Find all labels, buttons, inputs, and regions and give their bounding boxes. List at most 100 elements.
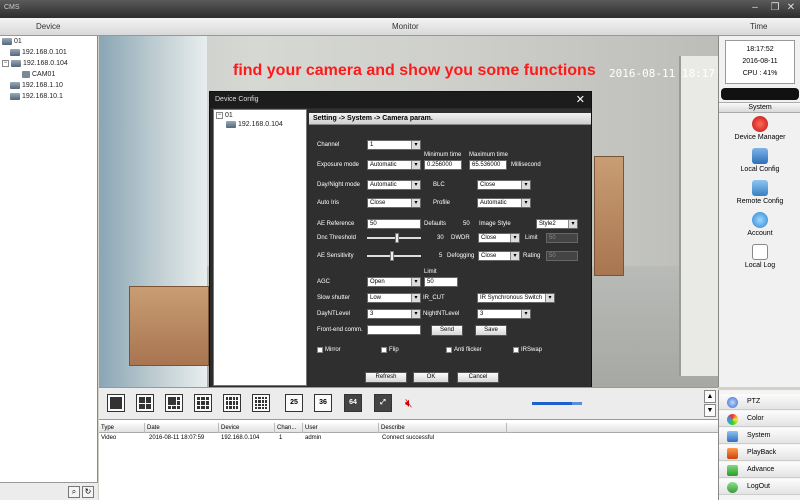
restore-icon[interactable]: ❐ (768, 2, 782, 15)
layout-12-icon (226, 397, 238, 409)
layout-6-button[interactable] (165, 394, 183, 412)
dvr-icon (10, 82, 20, 89)
layout-6-icon (168, 397, 180, 409)
ok-button[interactable]: OK (413, 372, 449, 383)
log-col-device[interactable]: Device (219, 423, 275, 433)
image-style-select[interactable]: Style2 (536, 219, 578, 229)
auto-iris-select[interactable]: Close (367, 198, 421, 208)
log-col-describe[interactable]: Describe (379, 423, 507, 433)
checkbox-box[interactable] (513, 347, 519, 353)
agc-select[interactable]: Open (367, 277, 421, 287)
cpu-usage: CPU : 41% (742, 70, 778, 77)
dialog-device-tree: −01 192.168.0.104 (213, 109, 307, 386)
ae-sensitivity-value: 5 (439, 253, 443, 259)
local-config-button[interactable]: Local Config (719, 148, 800, 173)
irswap-checkbox[interactable]: IRSwap (513, 347, 542, 353)
collapse-icon[interactable]: − (2, 60, 9, 67)
tree-device-104[interactable]: −192.168.0.104 (2, 60, 68, 67)
remote-config-button[interactable]: Remote Config (719, 180, 800, 205)
defog-rating-input[interactable]: 50 (546, 251, 578, 261)
profile-select[interactable]: Automatic (477, 198, 531, 208)
tree-device-110[interactable]: 192.168.1.10 (10, 82, 63, 89)
collapse-icon[interactable]: − (216, 112, 223, 119)
day-nt-level-select[interactable]: 3 (367, 309, 421, 319)
defogging-select[interactable]: Close (478, 251, 520, 261)
checkbox-box[interactable] (317, 347, 323, 353)
layout-1-button[interactable] (107, 394, 125, 412)
refresh-button[interactable]: Refresh (365, 372, 407, 383)
layout-64-button[interactable]: 64 (344, 394, 362, 412)
scroll-down-icon[interactable]: ▼ (704, 404, 716, 417)
local-log-button[interactable]: Local Log (719, 244, 800, 269)
log-cell-describe: Connect successful (382, 435, 435, 441)
min-time-input[interactable]: 0.256000 (424, 160, 462, 170)
blc-label: BLC (433, 182, 445, 188)
ir-cut-select[interactable]: IR Synchronous Switch (477, 293, 555, 303)
layout-16-button[interactable] (252, 394, 270, 412)
layout-12-button[interactable] (223, 394, 241, 412)
dialog-close-icon[interactable]: ✕ (576, 93, 585, 107)
day-night-select[interactable]: Automatic (367, 180, 421, 190)
flip-checkbox[interactable]: Flip (381, 347, 399, 353)
night-nt-level-label: NightNTLevel (423, 311, 460, 317)
account-button[interactable]: Account (719, 212, 800, 237)
layout-4-button[interactable] (136, 394, 154, 412)
color-button[interactable]: Color (719, 411, 800, 427)
agc-limit-input[interactable]: 50 (424, 277, 458, 287)
log-col-type[interactable]: Type (99, 423, 145, 433)
max-time-input[interactable]: 65.536000 (469, 160, 507, 170)
checkbox-box[interactable] (381, 347, 387, 353)
slow-shutter-select[interactable]: Low (367, 293, 421, 303)
dnc-threshold-slider[interactable] (367, 233, 421, 243)
blc-select[interactable]: Close (477, 180, 531, 190)
logout-button[interactable]: LogOut (719, 479, 800, 495)
volume-slider[interactable] (532, 402, 582, 405)
close-icon[interactable]: ✕ (784, 2, 798, 15)
refresh-icon[interactable]: ↻ (82, 486, 94, 498)
dwdr-select[interactable]: Close (478, 233, 520, 243)
channel-select[interactable]: 1 (367, 140, 421, 150)
system-button[interactable]: System (719, 428, 800, 444)
advance-button[interactable]: Advance (719, 462, 800, 478)
tree-root[interactable]: 01 (2, 38, 22, 45)
log-col-date[interactable]: Date (145, 423, 219, 433)
playback-button[interactable]: PlayBack (719, 445, 800, 461)
device-manager-button[interactable]: Device Manager (719, 116, 800, 141)
layout-9-icon (197, 397, 209, 409)
dialog-tree-root[interactable]: −01 (216, 112, 233, 119)
ptz-button[interactable]: PTZ (719, 394, 800, 410)
advance-icon (727, 465, 738, 476)
log-col-channel[interactable]: Chan... (275, 423, 303, 433)
slider-thumb[interactable] (395, 233, 399, 243)
dwdr-limit-input[interactable]: 50 (546, 233, 578, 243)
ae-sensitivity-slider[interactable] (367, 251, 421, 261)
layout-36-button[interactable]: 36 (314, 394, 332, 412)
layout-25-button[interactable]: 25 (285, 394, 303, 412)
save-button[interactable]: Save (475, 325, 507, 336)
anti-flicker-checkbox[interactable]: Anti flicker (446, 347, 482, 353)
checkbox-box[interactable] (446, 347, 452, 353)
camera-param-panel: Setting -> System -> Camera param. Chann… (309, 109, 591, 386)
tree-device-10-1[interactable]: 192.168.10.1 (10, 93, 63, 100)
dvr-icon (11, 60, 21, 67)
tree-device-101[interactable]: 192.168.0.101 (10, 49, 67, 56)
front-end-comm-input[interactable] (367, 325, 421, 335)
cancel-button[interactable]: Cancel (457, 372, 499, 383)
search-icon[interactable]: ⌕ (68, 486, 80, 498)
image-style-label: Image Style (479, 221, 511, 227)
log-col-user[interactable]: User (303, 423, 379, 433)
minimize-icon[interactable]: – (748, 2, 762, 15)
log-header-row: Type Date Device Chan... User Describe (99, 423, 718, 433)
send-button[interactable]: Send (431, 325, 463, 336)
exposure-mode-select[interactable]: Automatic (367, 160, 421, 170)
ae-reference-input[interactable]: 50 (367, 219, 421, 229)
fullscreen-button[interactable]: ⤢ (374, 394, 392, 412)
night-nt-level-select[interactable]: 3 (477, 309, 531, 319)
mirror-checkbox[interactable]: Mirror (317, 347, 341, 353)
dialog-tree-device[interactable]: 192.168.0.104 (226, 121, 283, 128)
tree-camera-cam01[interactable]: CAM01 (22, 71, 55, 78)
scroll-up-icon[interactable]: ▲ (704, 390, 716, 403)
mute-icon[interactable]: 🔇︎ (405, 396, 413, 411)
layout-9-button[interactable] (194, 394, 212, 412)
slider-thumb[interactable] (390, 251, 394, 261)
